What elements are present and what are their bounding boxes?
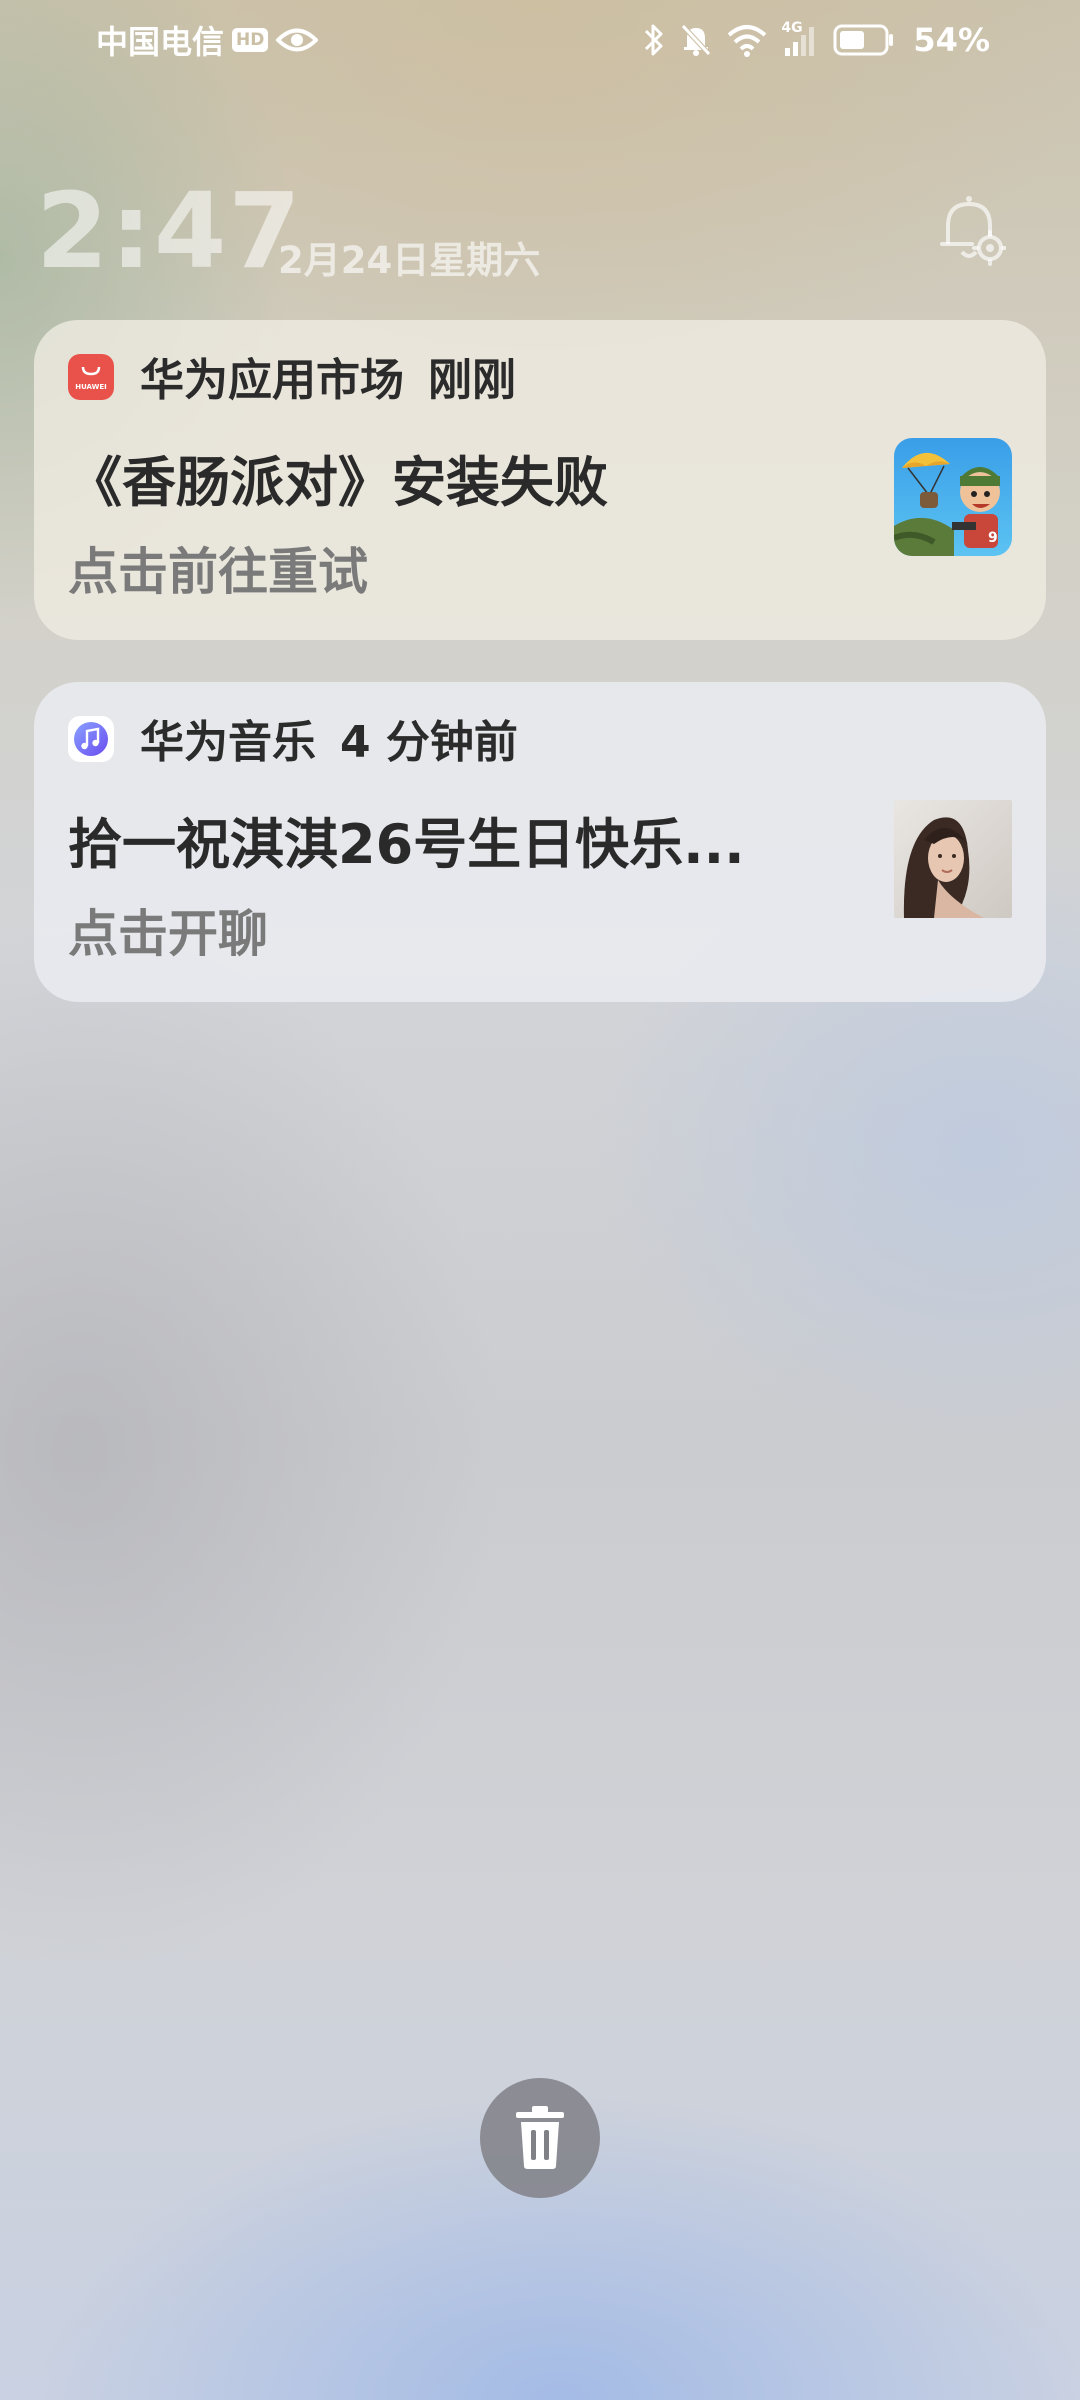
svg-text:9: 9 — [988, 530, 998, 546]
cellular-signal: 4G — [781, 20, 819, 58]
wifi-icon — [728, 25, 767, 57]
trash-icon — [516, 2106, 564, 2169]
carrier-label: 中国电信 — [96, 23, 225, 61]
huawei-music-icon — [68, 716, 114, 762]
notification-title: 拾一祝淇淇26号生日快乐... — [68, 813, 745, 876]
status-left: 中国电信 HD — [96, 18, 319, 62]
app-name: 华为音乐 — [140, 717, 316, 768]
game-thumbnail-image: 9 — [894, 438, 1012, 556]
notification-time: 4 分钟前 — [340, 717, 518, 768]
bluetooth-icon — [645, 24, 663, 56]
hd-voice-badge: HD — [232, 28, 269, 52]
avatar-thumbnail-image — [894, 800, 1012, 918]
notification-time: 刚刚 — [428, 355, 516, 406]
notification-header: 华为应用市场 刚刚 — [140, 348, 516, 406]
notification-card-music[interactable]: 华为音乐 4 分钟前 拾一祝淇淇26号生日快乐... 点击开聊 — [34, 682, 1046, 1002]
signal-icon — [785, 27, 815, 56]
lockscreen-date: 2月24日星期六 — [278, 239, 541, 282]
huawei-appgallery-icon: HUAWEI — [68, 354, 114, 400]
notification-settings-icon[interactable] — [936, 192, 1006, 266]
notification-title: 《香肠派对》安装失败 — [68, 451, 608, 514]
notification-header: 华为音乐 4 分钟前 — [140, 710, 518, 768]
eye-icon — [276, 28, 319, 52]
lockscreen-clock: 2:47 — [36, 170, 303, 292]
battery-icon — [833, 24, 894, 56]
status-right: 4G 54% — [643, 18, 990, 62]
appgallery-icon-label: HUAWEI — [75, 383, 107, 391]
notification-card-appgallery[interactable]: HUAWEI 华为应用市场 刚刚 《香肠派对》安装失败 点击前往重试 9 — [34, 320, 1046, 640]
mute-bell-icon — [681, 24, 712, 56]
app-name: 华为应用市场 — [140, 355, 404, 406]
status-bar: 中国电信 HD 4G 54% — [0, 0, 1080, 80]
notification-body: 点击前往重试 — [68, 543, 368, 601]
notification-body: 点击开聊 — [68, 905, 268, 963]
clear-all-notifications-button[interactable] — [480, 2078, 600, 2198]
battery-percentage: 54% — [913, 21, 990, 59]
